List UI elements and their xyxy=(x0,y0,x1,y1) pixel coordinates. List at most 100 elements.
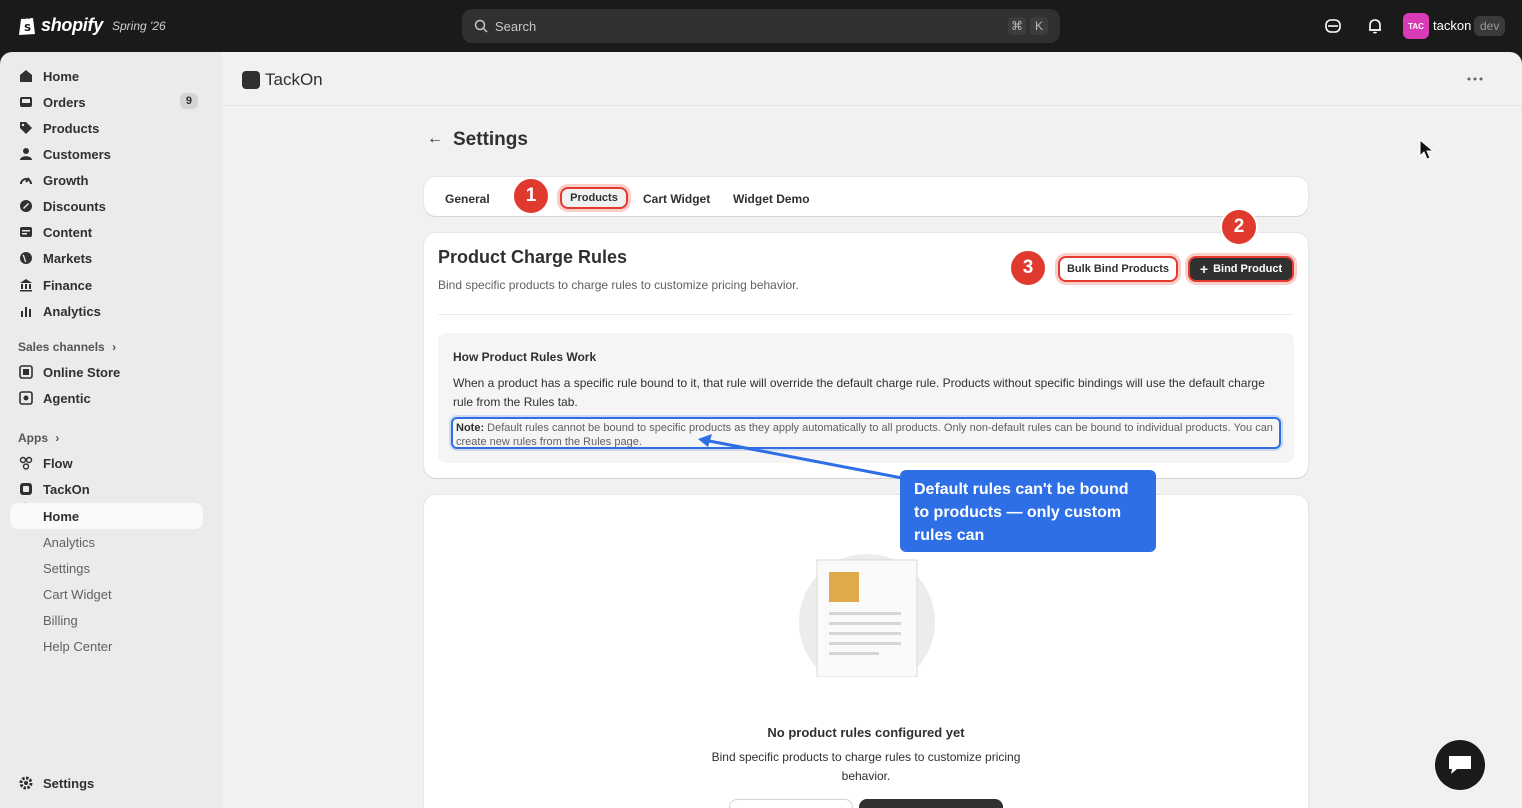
sidebar-item-analytics[interactable]: Analytics xyxy=(10,298,206,324)
content-icon xyxy=(18,224,34,240)
sidebar-item-content[interactable]: Content xyxy=(10,219,206,245)
sales-channels-label: Sales channels xyxy=(18,340,105,354)
shortcut-key: K xyxy=(1030,17,1048,35)
sidebar-subitem-settings[interactable]: Settings xyxy=(10,555,203,581)
empty-state-description: Bind specific products to charge rules t… xyxy=(711,750,1021,783)
sidebar-item-label: Content xyxy=(43,224,93,240)
more-horizontal-icon[interactable] xyxy=(1467,77,1483,81)
apps-heading[interactable]: Apps › xyxy=(18,431,59,445)
mouse-cursor-icon xyxy=(1419,139,1435,160)
chevron-right-icon: › xyxy=(112,340,117,354)
brand-name: shopify xyxy=(41,14,103,35)
search-placeholder: Search xyxy=(495,18,537,34)
gauge-icon xyxy=(18,172,34,188)
sidebar-item-finance[interactable]: Finance xyxy=(10,272,206,298)
sidebar-item-online-store[interactable]: Online Store xyxy=(10,359,206,385)
secondary-action-button[interactable] xyxy=(729,799,853,808)
sidebar-item-discounts[interactable]: Discounts xyxy=(10,193,206,219)
sidebar-subitem-cart-widget[interactable]: Cart Widget xyxy=(10,581,203,607)
discount-icon xyxy=(18,198,34,214)
bind-product-button[interactable]: + Bind Product xyxy=(1188,256,1294,282)
sidebar-item-flow[interactable]: Flow xyxy=(10,450,206,476)
search-input[interactable]: Search ⌘ K xyxy=(462,9,1060,43)
tackon-app-icon xyxy=(242,71,260,89)
sidebar-item-home[interactable]: Home xyxy=(10,63,206,89)
sidebar-item-label: Analytics xyxy=(43,534,96,550)
sidebar-item-label: Products xyxy=(43,120,100,136)
empty-state-card: No product rules configured yet Bind spe… xyxy=(424,495,1308,808)
tab-products[interactable]: Products xyxy=(560,187,628,209)
sidebar: Home Orders 9 Products Customers Growth … xyxy=(0,52,222,808)
bind-product-label: Bind Product xyxy=(1213,263,1283,275)
sidekick-icon[interactable] xyxy=(1324,17,1342,35)
sidebar-item-agentic[interactable]: Agentic xyxy=(10,385,206,411)
plus-icon: + xyxy=(1199,261,1209,277)
sidebar-item-label: Settings xyxy=(43,775,95,791)
store-name[interactable]: tackon xyxy=(1433,18,1471,33)
back-arrow-icon[interactable]: ← xyxy=(427,130,443,148)
sidebar-item-label: Online Store xyxy=(43,364,121,380)
store-icon xyxy=(18,364,34,380)
app-title: TackOn xyxy=(265,70,323,89)
edition-label: Spring '26 xyxy=(112,19,166,33)
info-title: How Product Rules Work xyxy=(453,350,597,364)
sidebar-item-growth[interactable]: Growth xyxy=(10,167,206,193)
primary-action-button[interactable] xyxy=(859,799,1003,808)
gear-icon xyxy=(18,775,34,791)
divider xyxy=(438,314,1294,315)
sidebar-item-label: Cart Widget xyxy=(43,586,112,602)
sidebar-item-label: Discounts xyxy=(43,198,106,214)
bar-chart-icon xyxy=(18,303,34,319)
avatar[interactable]: TAC xyxy=(1403,13,1429,39)
tab-widget-demo[interactable]: Widget Demo xyxy=(733,192,810,206)
step-marker-2: 2 xyxy=(1220,208,1258,246)
svg-text:S: S xyxy=(24,23,31,34)
bank-icon xyxy=(18,277,34,293)
empty-state-title: No product rules configured yet xyxy=(767,725,965,740)
sidebar-item-label: Billing xyxy=(43,612,78,628)
sidebar-item-label: Home xyxy=(43,508,80,524)
sidebar-item-settings[interactable]: Settings xyxy=(10,770,206,796)
settings-tabs: General Products Cart Widget Widget Demo xyxy=(424,177,1308,216)
chat-bubble-icon xyxy=(1449,756,1471,774)
sidebar-item-customers[interactable]: Customers xyxy=(10,141,206,167)
apps-label: Apps xyxy=(18,431,48,445)
note-label: Note: xyxy=(456,422,485,434)
sidebar-item-label: Agentic xyxy=(43,390,91,406)
sidebar-item-label: Markets xyxy=(43,250,93,266)
chat-button[interactable] xyxy=(1435,740,1485,790)
sidebar-subitem-home[interactable]: Home xyxy=(10,503,203,529)
shopify-logo[interactable]: S shopify xyxy=(18,14,103,36)
sidebar-item-products[interactable]: Products xyxy=(10,115,206,141)
person-icon xyxy=(18,146,34,162)
sidebar-item-orders[interactable]: Orders 9 xyxy=(10,89,206,115)
home-icon xyxy=(18,68,34,84)
sidebar-item-label: Settings xyxy=(43,560,90,576)
annotation-callout: Default rules can't be bound to products… xyxy=(900,470,1156,552)
sidebar-subitem-help-center[interactable]: Help Center xyxy=(10,633,203,659)
tag-icon xyxy=(18,120,34,136)
info-body: When a product has a specific rule bound… xyxy=(453,376,1265,409)
sidebar-item-label: Finance xyxy=(43,277,93,293)
step-marker-1: 1 xyxy=(512,177,550,215)
sidebar-item-label: Customers xyxy=(43,146,111,162)
search-icon xyxy=(474,19,488,33)
orders-count-badge: 9 xyxy=(179,93,198,109)
bell-icon[interactable] xyxy=(1366,17,1384,35)
sidebar-item-tackon[interactable]: TackOn xyxy=(10,476,206,502)
page-title: Settings xyxy=(453,129,528,150)
chevron-right-icon: › xyxy=(55,431,60,445)
tab-general[interactable]: General xyxy=(445,192,490,206)
shopify-bag-icon: S xyxy=(19,15,35,35)
sidebar-subitem-analytics[interactable]: Analytics xyxy=(10,529,203,555)
flow-icon xyxy=(18,455,34,471)
callout-arrow-icon xyxy=(698,434,903,480)
globe-icon xyxy=(18,250,34,266)
sidebar-item-markets[interactable]: Markets xyxy=(10,245,206,271)
tab-cart-widget[interactable]: Cart Widget xyxy=(643,192,710,206)
sidebar-subitem-billing[interactable]: Billing xyxy=(10,607,203,633)
agentic-icon xyxy=(18,390,34,406)
env-badge: dev xyxy=(1474,16,1506,36)
bulk-bind-products-button[interactable]: Bulk Bind Products xyxy=(1058,256,1178,282)
sales-channels-heading[interactable]: Sales channels › xyxy=(18,340,116,354)
